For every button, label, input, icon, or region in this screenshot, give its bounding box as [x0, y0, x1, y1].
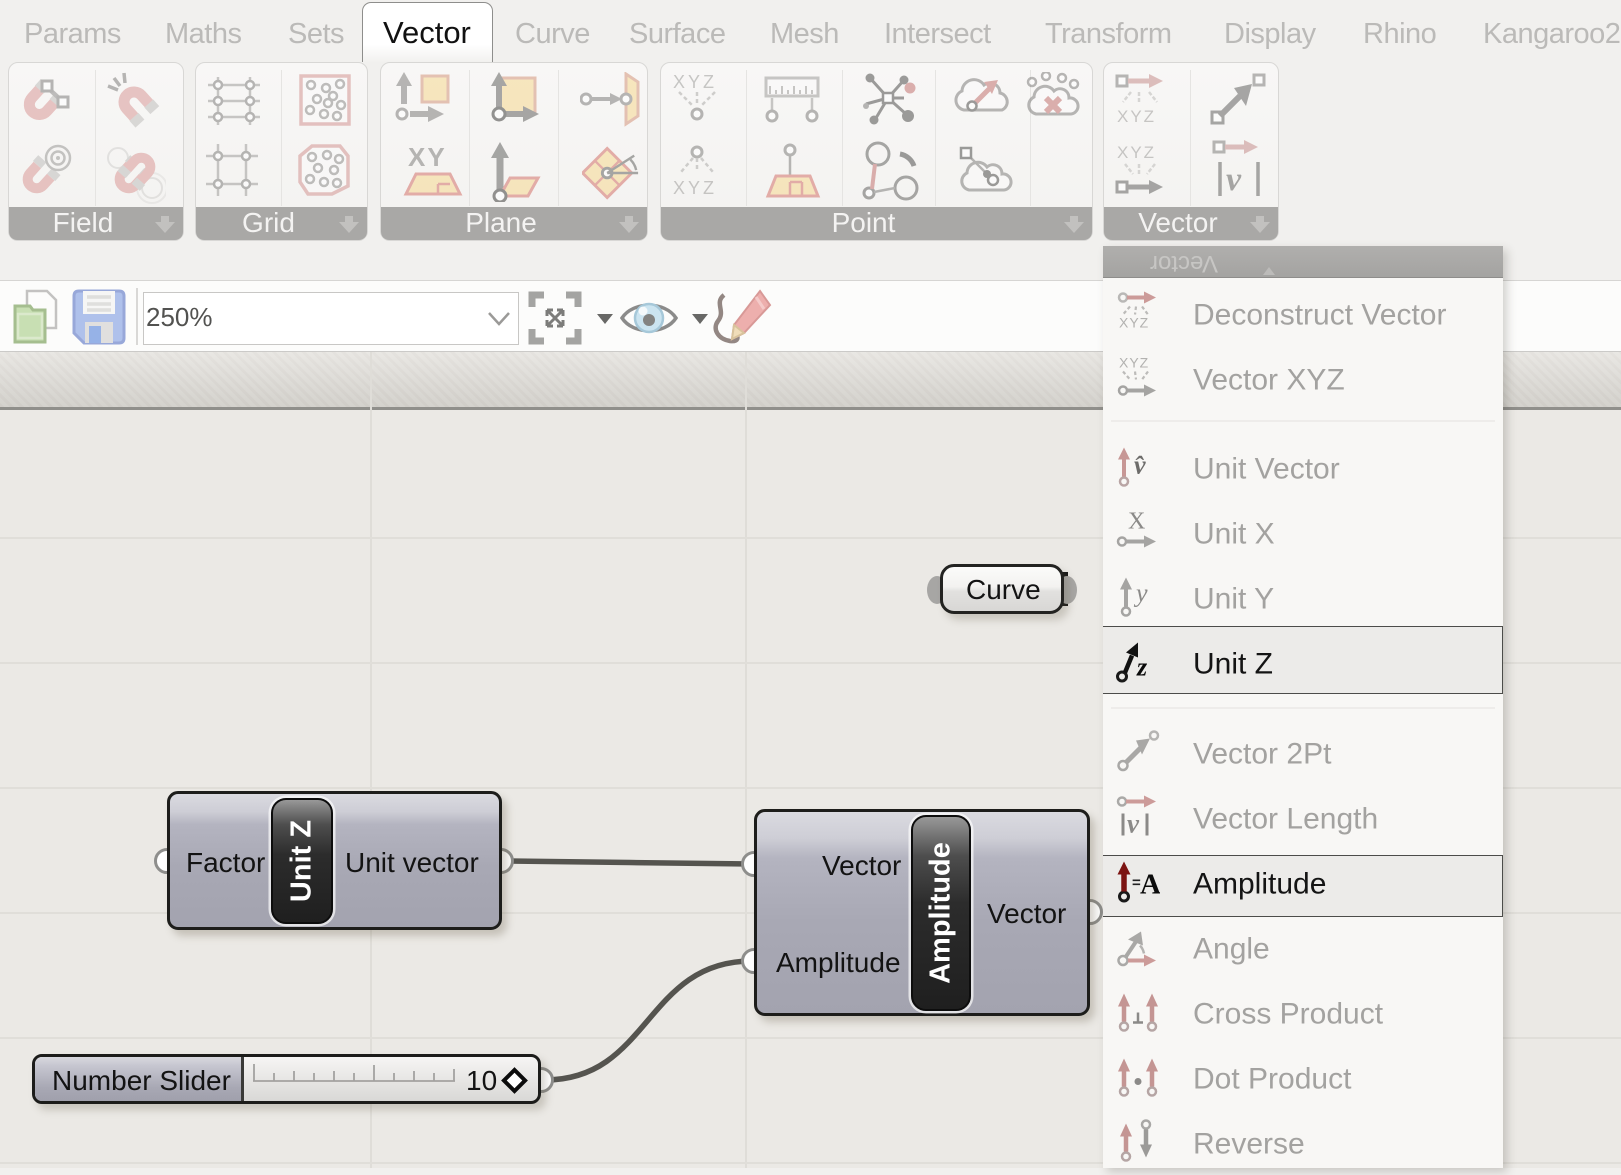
svg-text:A: A: [1140, 868, 1160, 900]
svg-text:v: v: [1127, 808, 1140, 837]
svg-text:v̂: v̂: [1134, 450, 1146, 479]
svg-text:y: y: [1133, 578, 1148, 607]
svg-text:XYZ: XYZ: [1119, 314, 1149, 330]
svg-text:XYZ: XYZ: [1119, 354, 1149, 370]
svg-text:z: z: [1136, 652, 1148, 681]
svg-text:X: X: [1128, 508, 1145, 534]
